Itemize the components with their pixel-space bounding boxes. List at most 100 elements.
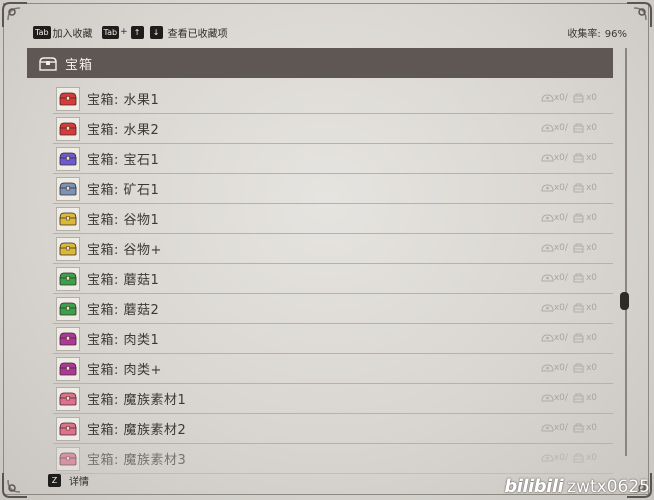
- list-item[interactable]: 宝箱: 魔族素材1 x0/x0: [53, 384, 613, 414]
- list-item[interactable]: 宝箱: 水果2 x0/x0: [53, 114, 613, 144]
- found-count-icon: [541, 452, 554, 463]
- item-label: 宝箱: 矿石1: [87, 183, 160, 198]
- found-count-icon: [541, 182, 554, 193]
- owned-count-icon: [572, 362, 585, 373]
- owned-count: x0: [585, 332, 597, 343]
- owned-count: x0: [585, 452, 597, 463]
- item-label: 宝箱: 魔族素材1: [87, 393, 187, 408]
- item-label: 宝箱: 宝石1: [87, 153, 160, 168]
- view-favorites-hint: 查看已收藏项: [167, 28, 228, 40]
- treasure-chest-icon: [56, 356, 80, 381]
- found-count-icon: [541, 302, 554, 313]
- z-key-icon[interactable]: Z: [48, 474, 61, 487]
- treasure-chest-icon: [56, 86, 80, 111]
- item-counts: x0/x0: [541, 422, 597, 433]
- owned-count-icon: [572, 302, 585, 313]
- owned-count: x0: [585, 242, 597, 253]
- treasure-chest-icon: [56, 416, 80, 441]
- item-label: 宝箱: 水果1: [87, 93, 160, 108]
- item-label: 宝箱: 肉类+: [87, 363, 162, 378]
- list-item[interactable]: 宝箱: 谷物1 x0/x0: [53, 204, 613, 234]
- owned-count: x0: [585, 152, 597, 163]
- item-counts: x0/x0: [541, 182, 597, 193]
- list-item[interactable]: 宝箱: 魔族素材2 x0/x0: [53, 414, 613, 444]
- plus-sign: +: [120, 27, 128, 37]
- owned-count: x0: [585, 272, 597, 283]
- item-counts: x0/x0: [541, 452, 597, 463]
- list-item[interactable]: 宝箱: 谷物+ x0/x0: [53, 234, 613, 264]
- found-count-icon: [541, 392, 554, 403]
- list-item[interactable]: 宝箱: 肉类+ x0/x0: [53, 354, 613, 384]
- item-counts: x0/x0: [541, 332, 597, 343]
- category-header[interactable]: 宝箱: [27, 48, 613, 78]
- item-label: 宝箱: 蘑菇1: [87, 273, 160, 288]
- list-item[interactable]: 宝箱: 魔族素材3 x0/x0: [53, 444, 613, 474]
- found-count-icon: [541, 332, 554, 343]
- found-count-icon: [541, 92, 554, 103]
- found-count: x0/: [553, 182, 568, 193]
- treasure-chest-icon: [56, 446, 80, 471]
- found-count-icon: [541, 362, 554, 373]
- found-count: x0/: [553, 242, 568, 253]
- list-item[interactable]: 宝箱: 肉类1 x0/x0: [53, 324, 613, 354]
- owned-count-icon: [572, 92, 585, 103]
- owned-count-icon: [572, 332, 585, 343]
- item-counts: x0/x0: [541, 272, 597, 283]
- item-counts: x0/x0: [541, 392, 597, 403]
- category-title: 宝箱: [65, 57, 94, 73]
- treasure-chest-icon: [56, 176, 80, 201]
- found-count-icon: [541, 212, 554, 223]
- found-count-icon: [541, 122, 554, 133]
- up-arrow-key-icon[interactable]: ↑: [130, 25, 144, 39]
- owned-count-icon: [572, 182, 585, 193]
- owned-count-icon: [572, 152, 585, 163]
- owned-count: x0: [585, 182, 597, 193]
- item-label: 宝箱: 魔族素材3: [87, 453, 187, 468]
- tab-key-icon[interactable]: Tab: [33, 25, 51, 39]
- list-item[interactable]: 宝箱: 蘑菇1 x0/x0: [53, 264, 613, 294]
- bilibili-logo: bilibili: [504, 476, 564, 497]
- item-counts: x0/x0: [541, 302, 597, 313]
- watermark: bilibili zwtx0625: [504, 476, 650, 497]
- item-label: 宝箱: 魔族素材2: [87, 423, 187, 438]
- list-item[interactable]: 宝箱: 宝石1 x0/x0: [53, 144, 613, 174]
- found-count: x0/: [553, 272, 568, 283]
- owned-count-icon: [572, 242, 585, 253]
- owned-count: x0: [585, 122, 597, 133]
- corner-ornament-icon: [624, 0, 654, 30]
- item-counts: x0/x0: [541, 242, 597, 253]
- item-label: 宝箱: 蘑菇2: [87, 303, 160, 318]
- list-item[interactable]: 宝箱: 矿石1 x0/x0: [53, 174, 613, 204]
- item-label: 宝箱: 水果2: [87, 123, 160, 138]
- item-counts: x0/x0: [541, 122, 597, 133]
- scrollbar-thumb[interactable]: [620, 292, 629, 310]
- found-count: x0/: [553, 452, 568, 463]
- scrollbar-track[interactable]: [625, 48, 627, 456]
- watermark-username: zwtx0625: [567, 477, 650, 497]
- item-counts: x0/x0: [541, 362, 597, 373]
- found-count: x0/: [553, 122, 568, 133]
- owned-count-icon: [572, 272, 585, 283]
- collection-rate-value: 96%: [604, 29, 627, 40]
- treasure-chest-icon: [56, 266, 80, 291]
- treasure-chest-icon: [56, 326, 80, 351]
- owned-count-icon: [572, 452, 585, 463]
- item-label: 宝箱: 谷物+: [87, 243, 162, 258]
- collection-rate: 收集率: 96%: [567, 25, 627, 40]
- treasure-chest-icon: [56, 386, 80, 411]
- list-item[interactable]: 宝箱: 水果1 x0/x0: [53, 84, 613, 114]
- found-count-icon: [541, 242, 554, 253]
- corner-ornament-icon: [0, 0, 30, 30]
- corner-ornament-icon: [0, 470, 30, 500]
- down-arrow-key-icon[interactable]: ↓: [149, 25, 163, 39]
- owned-count: x0: [585, 92, 597, 103]
- item-counts: x0/x0: [541, 212, 597, 223]
- list-item[interactable]: 宝箱: 蘑菇2 x0/x0: [53, 294, 613, 324]
- owned-count: x0: [585, 422, 597, 433]
- tab-key-icon[interactable]: Tab: [101, 25, 120, 39]
- found-count-icon: [541, 422, 554, 433]
- item-label: 宝箱: 肉类1: [87, 333, 160, 348]
- found-count: x0/: [553, 92, 568, 103]
- key-hint-bar: Tab 加入收藏 Tab + ↑ ↓ 查看已收藏项: [33, 24, 237, 40]
- details-label: 详情: [69, 477, 89, 488]
